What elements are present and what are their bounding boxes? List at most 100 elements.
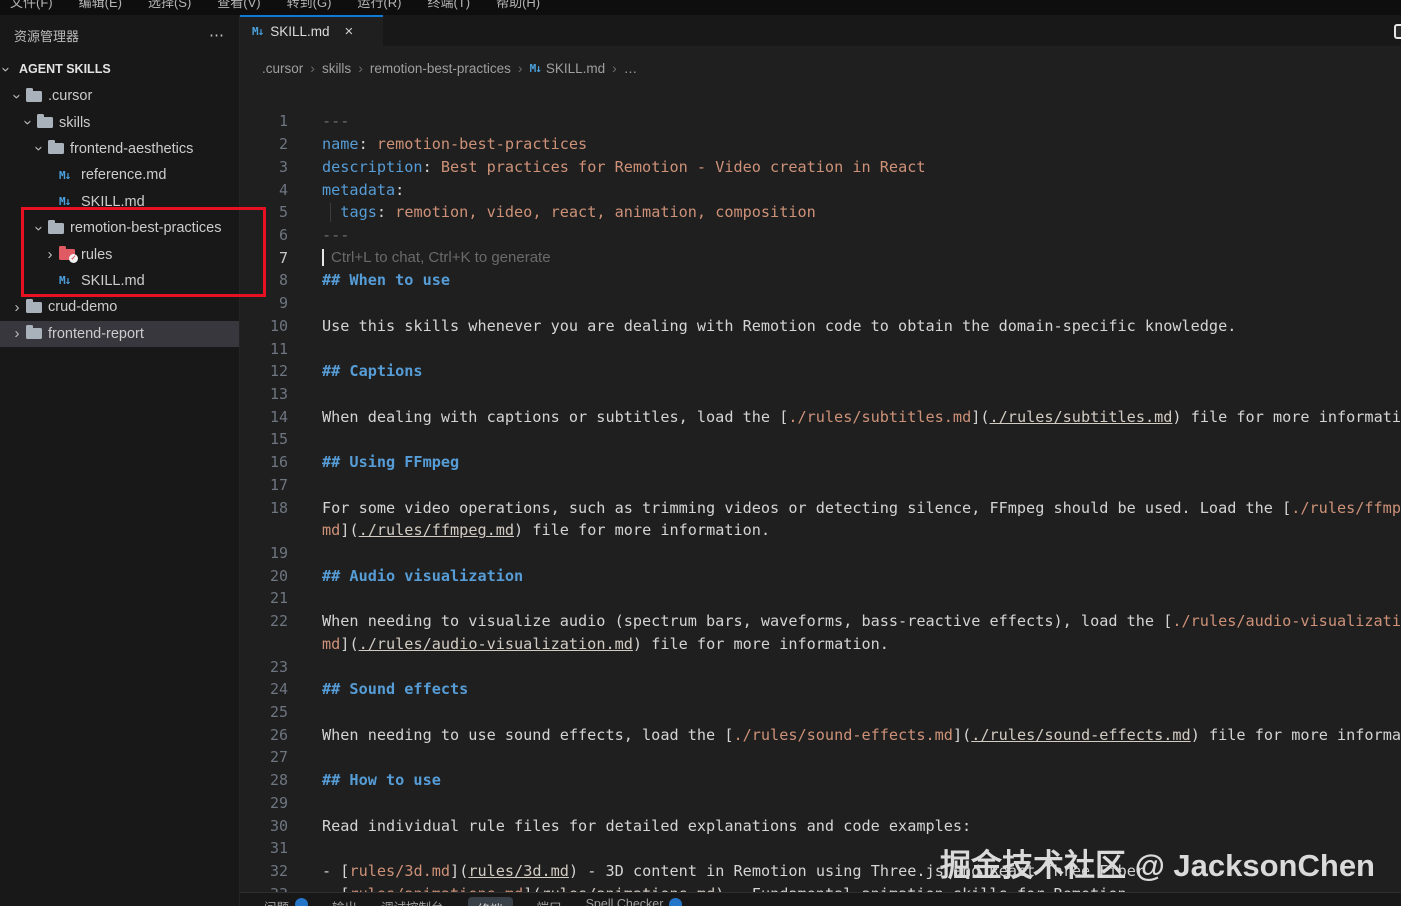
tree-item--cursor[interactable]: ›.cursor	[0, 83, 239, 109]
panel-tab-问题[interactable]: 问题	[264, 897, 308, 906]
token: md	[322, 635, 340, 653]
token: ## Sound effects	[322, 680, 468, 698]
breadcrumb-item[interactable]: M↓SKILL.md	[530, 61, 606, 76]
chevron-down-icon[interactable]: ›	[31, 219, 48, 237]
markdown-icon: M↓	[59, 274, 81, 287]
breadcrumb-label: …	[624, 61, 638, 76]
code-line[interactable]: 2name: remotion-best-practices	[240, 133, 1401, 156]
chevron-right-icon[interactable]: ›	[41, 246, 59, 263]
tree-item-skill-md[interactable]: ›M↓SKILL.md	[0, 189, 239, 215]
tree-item-skill-md[interactable]: ›M↓SKILL.md	[0, 268, 239, 294]
breadcrumb-item[interactable]: …	[624, 61, 638, 76]
code-line[interactable]: 6---	[240, 224, 1401, 247]
menu-item[interactable]: 编辑(E)	[79, 0, 122, 11]
code-line[interactable]: 17	[240, 474, 1401, 497]
code-line[interactable]: 15	[240, 428, 1401, 451]
line-number: 16	[240, 453, 288, 471]
breadcrumb-item[interactable]: .cursor	[262, 61, 303, 76]
code-line[interactable]: 18For some video operations, such as tri…	[240, 496, 1401, 519]
code-line[interactable]: 20## Audio visualization	[240, 564, 1401, 587]
tree-item-remotion-best-practices[interactable]: ›remotion-best-practices	[0, 215, 239, 241]
code-line[interactable]: 3description: Best practices for Remotio…	[240, 155, 1401, 178]
editor-actions-icon[interactable]	[1394, 24, 1401, 39]
folder-glyph	[48, 143, 64, 154]
code-line[interactable]: 19	[240, 542, 1401, 565]
code-line[interactable]: 21	[240, 587, 1401, 610]
chevron-down-icon[interactable]: ›	[31, 140, 48, 158]
code-line[interactable]: 16## Using FFmpeg	[240, 451, 1401, 474]
panel-tab-端口[interactable]: 端口	[537, 897, 562, 906]
panel-tab-label: 端口	[537, 897, 562, 906]
line-number: 2	[240, 135, 288, 153]
token: ./rules/sound-effects.md	[971, 726, 1190, 744]
tree-item-label: frontend-report	[48, 326, 144, 342]
line-number: 6	[240, 226, 288, 244]
breadcrumb-label: .cursor	[262, 61, 303, 76]
code-line[interactable]: 11	[240, 337, 1401, 360]
chevron-down-icon[interactable]: ›	[20, 114, 37, 132]
code-line[interactable]: 27	[240, 746, 1401, 769]
tree-item-crud-demo[interactable]: ›crud-demo	[0, 294, 239, 320]
code-line[interactable]: 14When dealing with captions or subtitle…	[240, 405, 1401, 428]
code-line-text	[288, 542, 1401, 565]
panel-tab-调试控制台[interactable]: 调试控制台	[381, 897, 444, 906]
chevron-down-icon[interactable]: ›	[9, 87, 26, 105]
token: ## How to use	[322, 771, 441, 789]
token: file for more information.	[1182, 408, 1401, 426]
chevron-right-icon[interactable]: ›	[8, 325, 26, 342]
tree-item-reference-md[interactable]: ›M↓reference.md	[0, 162, 239, 188]
code-line[interactable]: 24## Sound effects	[240, 678, 1401, 701]
code-line[interactable]: 9	[240, 292, 1401, 315]
tab-skill-md[interactable]: M↓ SKILL.md ×	[240, 15, 383, 46]
menu-item[interactable]: 选择(S)	[148, 0, 191, 11]
explorer-sidebar: 资源管理器 ⋯ › AGENT SKILLS ›.cursor›skills›f…	[0, 15, 240, 906]
code-line[interactable]: 13	[240, 383, 1401, 406]
menu-item[interactable]: 运行(R)	[357, 0, 401, 11]
panel-tab-输出[interactable]: 输出	[332, 897, 357, 906]
editor-area: M↓ SKILL.md × .cursor›skills›remotion-be…	[240, 15, 1401, 906]
code-line[interactable]: md](./rules/ffmpeg.md) file for more inf…	[240, 519, 1401, 542]
line-number: 27	[240, 748, 288, 766]
code-line[interactable]: 12## Captions	[240, 360, 1401, 383]
token: ](	[340, 635, 358, 653]
menu-item[interactable]: 终端(T)	[427, 0, 470, 11]
tree-item-label: reference.md	[81, 167, 166, 183]
code-line[interactable]: 5 tags: remotion, video, react, animatio…	[240, 201, 1401, 224]
breadcrumb: .cursor›skills›remotion-best-practices›M…	[240, 46, 1401, 90]
code-line[interactable]: 28## How to use	[240, 769, 1401, 792]
code-line[interactable]: 25	[240, 701, 1401, 724]
code-line[interactable]: 4metadata:	[240, 178, 1401, 201]
token: rules/3d.md	[468, 862, 569, 880]
code-line[interactable]: 30Read individual rule files for detaile…	[240, 814, 1401, 837]
code-line[interactable]: 23	[240, 655, 1401, 678]
code-view[interactable]: 1---2name: remotion-best-practices3descr…	[240, 105, 1401, 905]
menu-item[interactable]: 帮助(H)	[496, 0, 540, 11]
code-line[interactable]: 26When needing to use sound effects, loa…	[240, 723, 1401, 746]
token: )	[569, 862, 578, 880]
code-line[interactable]: 10Use this skills whenever you are deali…	[240, 314, 1401, 337]
tree-item-skills[interactable]: ›skills	[0, 109, 239, 135]
folder-glyph	[48, 223, 64, 234]
code-line[interactable]: 7Ctrl+L to chat, Ctrl+K to generate	[240, 246, 1401, 269]
file-tree: ›.cursor›skills›frontend-aesthetics›M↓re…	[0, 83, 239, 347]
more-actions-icon[interactable]: ⋯	[209, 26, 225, 44]
breadcrumb-item[interactable]: remotion-best-practices	[370, 61, 511, 76]
close-icon[interactable]: ×	[345, 23, 354, 40]
tree-item-frontend-aesthetics[interactable]: ›frontend-aesthetics	[0, 136, 239, 162]
chevron-right-icon[interactable]: ›	[8, 299, 26, 316]
panel-tab-spell-checker[interactable]: Spell Checker	[586, 897, 683, 906]
code-line[interactable]: 1---	[240, 110, 1401, 133]
menubar: 文件(F) 编辑(E) 选择(S) 查看(V) 转到(G) 运行(R) 终端(T) 帮助(H)	[0, 0, 1401, 15]
code-line[interactable]: 8## When to use	[240, 269, 1401, 292]
code-line[interactable]: 29	[240, 792, 1401, 815]
panel-tab-终端[interactable]: 终端	[468, 897, 513, 906]
menu-item[interactable]: 文件(F)	[10, 0, 53, 11]
menu-item[interactable]: 转到(G)	[287, 0, 332, 11]
code-line[interactable]: md](./rules/audio-visualization.md) file…	[240, 633, 1401, 656]
tree-item-frontend-report[interactable]: › frontend-report	[0, 321, 239, 347]
section-header-agent-skills[interactable]: › AGENT SKILLS	[0, 55, 239, 83]
code-line[interactable]: 22When needing to visualize audio (spect…	[240, 610, 1401, 633]
menu-item[interactable]: 查看(V)	[217, 0, 260, 11]
tree-item-rules[interactable]: ›✓rules	[0, 241, 239, 267]
breadcrumb-item[interactable]: skills	[322, 61, 351, 76]
